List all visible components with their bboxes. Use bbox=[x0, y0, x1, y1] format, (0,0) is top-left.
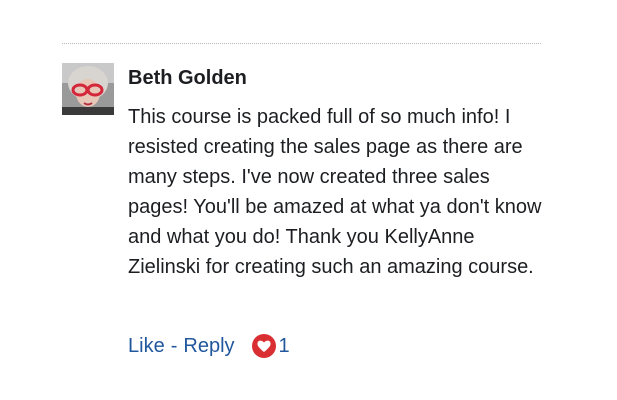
comment-text: This course is packed full of so much in… bbox=[128, 106, 542, 278]
heart-icon bbox=[251, 333, 277, 359]
reply-link[interactable]: Reply bbox=[183, 332, 234, 360]
reaction-count: 1 bbox=[278, 335, 290, 357]
comment-divider bbox=[62, 43, 541, 44]
like-link[interactable]: Like bbox=[128, 332, 165, 360]
reaction-summary[interactable]: 1 bbox=[251, 332, 290, 360]
comment-actions: Like - Reply 1 bbox=[128, 332, 290, 360]
action-separator: - bbox=[170, 335, 178, 357]
comment-author[interactable]: Beth Golden bbox=[128, 64, 558, 92]
avatar-photo bbox=[62, 63, 114, 115]
comment-body: Beth Golden This course is packed full o… bbox=[128, 64, 558, 282]
avatar[interactable] bbox=[62, 63, 114, 115]
